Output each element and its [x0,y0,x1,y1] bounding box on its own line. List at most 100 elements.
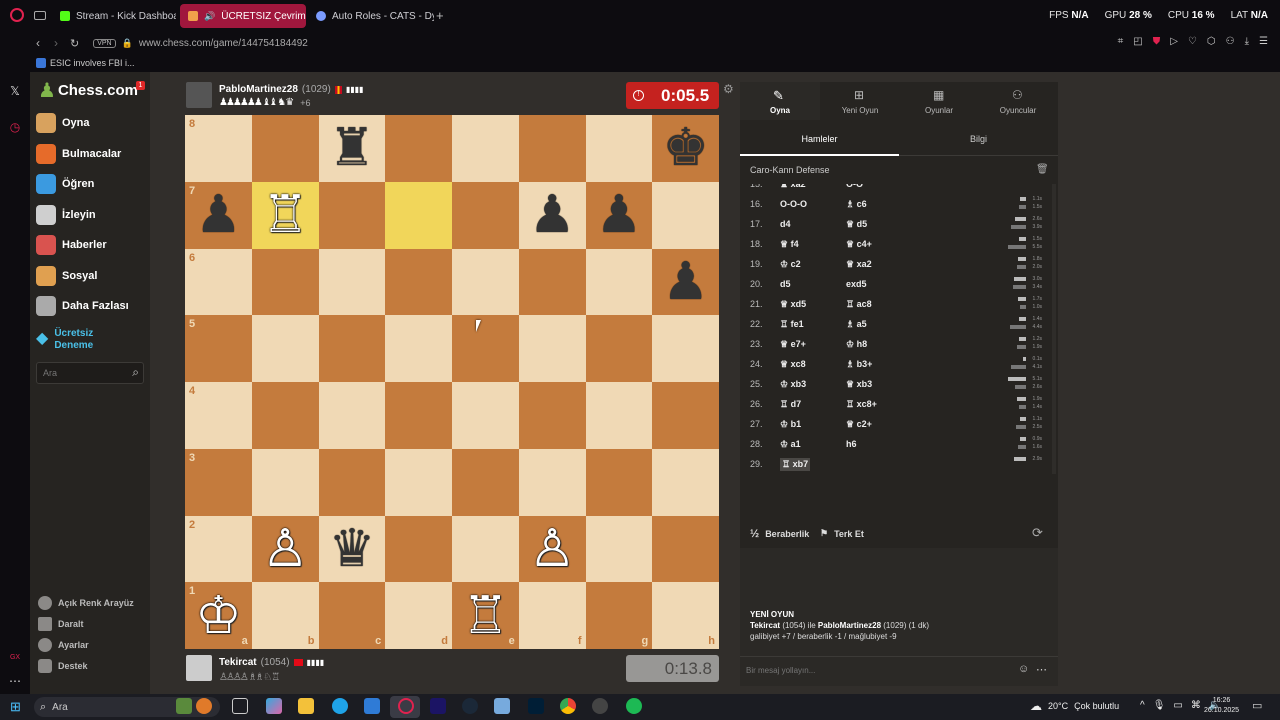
move-row[interactable]: 16. O-O-O ♗ c6 1.1s 1.5s [740,194,1044,214]
premiere-icon[interactable] [430,698,446,714]
sidebar-item-pawn-hand[interactable]: Oyna [36,110,90,136]
file-explorer-icon[interactable] [298,698,314,714]
bookmark-item[interactable]: ESIC involves FBI i... [50,58,135,68]
square-h2[interactable] [652,515,719,583]
free-trial-link[interactable]: ◆ Ücretsiz Deneme [36,328,114,352]
square-f3[interactable] [518,448,586,516]
tab-kick-dashboard[interactable]: Stream - Kick Dashboard [52,4,176,28]
network-icon[interactable]: ⌘ [1191,700,1201,711]
square-d6[interactable] [385,248,452,316]
square-e5[interactable] [452,315,519,382]
move-row[interactable]: 15.♜ xa2O-O1.7s [740,184,1044,194]
chess-logo[interactable]: ♟ Chess.com [38,78,138,102]
move-row[interactable]: 20. d5 exd5 3.0s 3.4s [740,274,1044,294]
piece-f7[interactable]: ♟ [519,182,586,249]
notification-badge[interactable]: 1 [136,81,145,90]
move-list[interactable]: 15. ♜ xa2O-O 1.7s 16. O-O-O♗ c6 1.1s 1.5s 17. d4… [740,184,1058,474]
square-g8[interactable] [585,115,653,182]
resign-button[interactable]: ⚑ Terk Et [820,528,864,539]
white-move[interactable]: ♖ xb7 [780,457,811,471]
square-b6[interactable] [251,248,319,316]
square-e8[interactable] [452,115,519,182]
back-icon[interactable]: ‹ [36,36,40,50]
square-a6[interactable]: 6 [185,248,252,316]
sidebar-item-news[interactable]: Haberler [36,232,107,258]
black-move[interactable]: ♕ c2+ [846,419,926,430]
move-row[interactable]: 19. ♔ c2 ♕ xa2 1.8s 2.0s [740,254,1044,274]
scrollbar[interactable] [1052,184,1056,474]
square-a5[interactable]: 5 [185,315,252,382]
player-name[interactable]: Tekircat [219,657,257,668]
square-e4[interactable] [452,382,519,449]
black-move[interactable]: h6 [846,439,926,449]
windows-start-icon[interactable]: ⊞ [10,699,21,715]
piece-h6[interactable]: ♟ [652,249,719,316]
move-row[interactable]: 22. ♖ fe1 ♗ a5 1.4s 4.4s [740,314,1044,334]
square-f1[interactable]: f [518,582,586,649]
tab-chess[interactable]: 🔊 ÜCRETSIZ Çevrimiçi [180,4,306,28]
notification-icon[interactable]: ▭ [1252,699,1262,712]
sidebar-item-more[interactable]: Daha Fazlası [36,293,129,319]
player-avatar[interactable] [186,655,212,681]
clock[interactable]: 16:26 26.10.2025 [1204,696,1239,716]
square-f4[interactable] [518,382,586,449]
square-g3[interactable] [585,448,653,516]
white-move[interactable]: ♜ xa2 [780,184,846,190]
square-d4[interactable] [385,382,452,449]
taskbar-search[interactable]: ⌕ Ara [34,697,220,717]
square-d5[interactable] [385,315,452,382]
white-move[interactable]: ♔ xb3 [780,379,846,390]
opening-name[interactable]: Caro-Kann Defense [750,165,830,175]
square-a2[interactable]: 2 [185,515,252,583]
light-theme-toggle[interactable]: Açık Renk Arayüz [38,596,134,610]
white-move[interactable]: ♕ e7+ [780,339,846,350]
tab-play[interactable]: ✎ Oyna [740,82,820,120]
white-move[interactable]: ♕ xd5 [780,299,846,310]
white-move[interactable]: O-O-O [780,199,846,209]
white-move[interactable]: ♔ a1 [780,439,846,450]
square-g6[interactable] [585,248,653,316]
tab-games[interactable]: ▦ Oyunlar [899,82,979,120]
square-h5[interactable] [652,315,719,382]
piece-c8[interactable]: ♜ [319,115,386,182]
square-a3[interactable]: 3 [185,448,252,516]
black-move[interactable]: ♕ c4+ [846,239,926,250]
black-move[interactable]: ♗ c6 [846,199,926,210]
photoshop-icon[interactable] [528,698,544,714]
sidebar-item-learn[interactable]: Öğren [36,171,94,197]
flip-board-icon[interactable]: ⟳ [1032,525,1043,541]
square-h1[interactable]: h [652,582,719,649]
white-move[interactable]: d4 [780,219,846,229]
download-icon[interactable]: ⤓ [1245,36,1249,47]
support-button[interactable]: Destek [38,659,88,673]
square-d3[interactable] [385,448,452,516]
piece-g7[interactable]: ♟ [586,182,653,249]
square-h7[interactable] [652,181,719,249]
chess-board[interactable]: 8 7 6 5 4 3 2 1 a b c d e f g h ♜ ♚ ♟ ♖ ♟ ♟ ♟ ♙ ♛ ♙ ♔ ♖ [185,115,719,649]
move-row[interactable]: 26. ♖ d7 ♖ xc8+ 1.9s 1.4s [740,394,1044,414]
move-row[interactable]: 23. ♕ e7+ ♔ h8 1.2s 1.9s [740,334,1044,354]
piece-b2[interactable]: ♙ [252,516,319,583]
square-g5[interactable] [585,315,653,382]
sidebar-item-binoculars[interactable]: İzleyin [36,202,96,228]
black-move[interactable]: ♔ h8 [846,339,926,350]
white-move[interactable]: d5 [780,279,846,289]
black-move[interactable]: ♖ ac8 [846,299,926,310]
obs-icon[interactable] [592,698,608,714]
collapse-button[interactable]: Daralt [38,617,84,631]
square-g1[interactable]: g [585,582,653,649]
square-f5[interactable] [518,315,586,382]
vpn-badge[interactable]: VPN [93,38,116,48]
mic-icon[interactable]: 🎙 [1153,700,1166,711]
square-d7[interactable] [385,181,452,249]
black-move[interactable]: ♕ xb3 [846,379,926,390]
white-move[interactable]: ♕ xc8 [780,359,846,370]
menu-icon[interactable]: ☰ [1259,36,1268,47]
square-b3[interactable] [251,448,319,516]
chat-input[interactable] [740,657,990,683]
square-b1[interactable]: b [251,582,319,649]
chevron-up-icon[interactable]: ^ [1140,700,1145,711]
speaker-icon[interactable]: 🔊 [204,11,215,22]
square-c3[interactable] [318,448,386,516]
black-move[interactable]: ♗ b3+ [846,359,926,370]
